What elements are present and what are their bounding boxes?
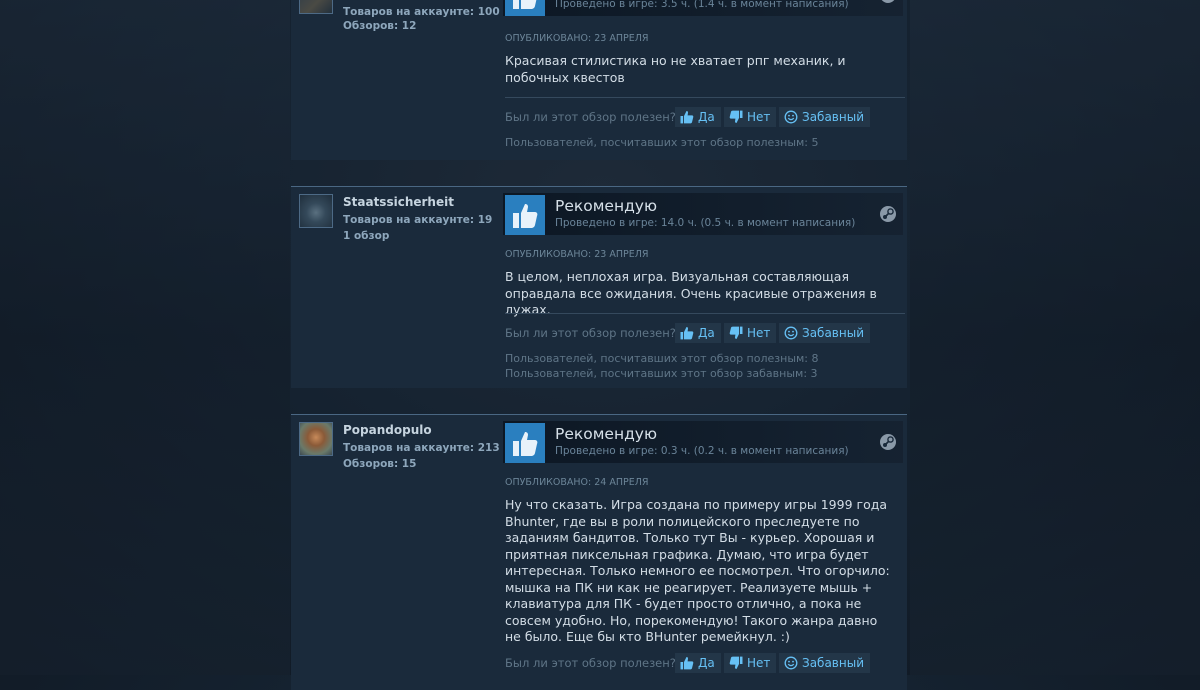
thumbs-up-icon: [680, 657, 694, 670]
smiley-icon: [784, 326, 798, 340]
author-products-count: Товаров на аккаунте: 213: [343, 442, 500, 454]
background-right: [910, 0, 1200, 675]
divider: [505, 97, 905, 98]
vote-no-label: Нет: [747, 326, 771, 340]
vote-no-button[interactable]: Нет: [724, 653, 777, 673]
helpful-question: Был ли этот обзор полезен?: [505, 110, 676, 124]
thumbs-down-icon: [729, 110, 743, 123]
vote-header: Рекомендую Проведено в игре: 0.3 ч. (0.2…: [503, 421, 903, 463]
funny-count: Пользователей, посчитавших этот обзор за…: [505, 366, 818, 380]
helpful-count: Пользователей, посчитавших этот обзор по…: [505, 136, 819, 149]
review-stats: Пользователей, посчитавших этот обзор по…: [505, 352, 819, 381]
review-card: Popandopulo Товаров на аккаунте: 213 Обз…: [291, 414, 907, 690]
vote-yes-button[interactable]: Да: [675, 107, 721, 127]
posted-date: Опубликовано: 23 апреля: [505, 249, 649, 260]
helpful-count: Пользователей, посчитавших этот обзор по…: [505, 352, 819, 365]
posted-date: Опубликовано: 24 апреля: [505, 477, 649, 488]
vote-yes-label: Да: [698, 326, 715, 340]
author-products-count: Товаров на аккаунте: 100: [343, 6, 500, 18]
review-card: Товаров на аккаунте: 100 Обзоров: 12 Про…: [291, 0, 907, 160]
playtime-hours: Проведено в игре: 3.5 ч. (1.4 ч. в момен…: [555, 0, 849, 10]
vote-yes-button[interactable]: Да: [675, 323, 721, 343]
author-name[interactable]: Staatssicherheit: [343, 195, 454, 209]
avatar[interactable]: [299, 0, 333, 14]
vote-funny-button[interactable]: Забавный: [779, 107, 870, 127]
vote-funny-button[interactable]: Забавный: [779, 323, 870, 343]
playtime-hours: Проведено в игре: 14.0 ч. (0.5 ч. в моме…: [555, 217, 856, 229]
vote-title[interactable]: Рекомендую: [555, 197, 657, 215]
vote-yes-label: Да: [698, 656, 715, 670]
thumbs-down-icon: [729, 656, 743, 669]
review-text: В целом, неплохая игра. Визуальная соста…: [505, 269, 877, 317]
author-reviews-count[interactable]: Обзоров: 12: [343, 20, 416, 32]
review-stats: Пользователей, посчитавших этот обзор по…: [505, 136, 819, 151]
review-text: Ну что сказать. Игра создана по примеру …: [505, 497, 890, 644]
vote-yes-button[interactable]: Да: [675, 653, 721, 673]
thumbs-up-icon: [505, 0, 545, 16]
review-text: Красивая стилистика но не хватает рпг ме…: [505, 53, 846, 85]
background-left: [0, 0, 290, 675]
author-reviews-count[interactable]: Обзоров: 15: [343, 458, 416, 470]
posted-date: Опубликовано: 23 апреля: [505, 33, 649, 44]
steam-icon[interactable]: [879, 433, 897, 455]
thumbs-up-icon: [680, 327, 694, 340]
avatar[interactable]: [299, 422, 333, 456]
playtime-hours: Проведено в игре: 0.3 ч. (0.2 ч. в момен…: [555, 445, 849, 457]
helpful-question: Был ли этот обзор полезен?: [505, 326, 676, 340]
reviews-column: Товаров на аккаунте: 100 Обзоров: 12 Про…: [291, 0, 907, 690]
vote-funny-label: Забавный: [802, 656, 864, 670]
review-card: Staatssicherheit Товаров на аккаунте: 19…: [291, 186, 907, 388]
vote-header: Проведено в игре: 3.5 ч. (1.4 ч. в момен…: [503, 0, 903, 16]
smiley-icon: [784, 110, 798, 124]
author-name[interactable]: Popandopulo: [343, 423, 432, 437]
helpful-question: Был ли этот обзор полезен?: [505, 656, 676, 670]
steam-icon[interactable]: [879, 0, 897, 8]
vote-funny-label: Забавный: [802, 110, 864, 124]
vote-no-label: Нет: [747, 110, 771, 124]
author-products-count: Товаров на аккаунте: 19: [343, 214, 493, 226]
author-reviews-count[interactable]: 1 обзор: [343, 230, 389, 242]
thumbs-up-icon[interactable]: [505, 423, 545, 463]
thumbs-down-icon: [729, 326, 743, 339]
thumbs-up-icon[interactable]: [505, 195, 545, 235]
avatar[interactable]: [299, 194, 333, 228]
vote-no-button[interactable]: Нет: [724, 107, 777, 127]
divider: [505, 313, 905, 314]
smiley-icon: [784, 656, 798, 670]
vote-funny-button[interactable]: Забавный: [779, 653, 870, 673]
vote-yes-label: Да: [698, 110, 715, 124]
vote-funny-label: Забавный: [802, 326, 864, 340]
vote-no-label: Нет: [747, 656, 771, 670]
vote-title[interactable]: Рекомендую: [555, 425, 657, 443]
vote-no-button[interactable]: Нет: [724, 323, 777, 343]
steam-icon[interactable]: [879, 205, 897, 227]
vote-header: Рекомендую Проведено в игре: 14.0 ч. (0.…: [503, 193, 903, 235]
thumbs-up-icon: [680, 111, 694, 124]
